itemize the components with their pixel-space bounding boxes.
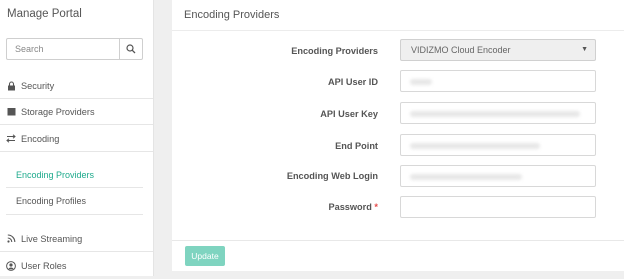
- search-icon: [126, 44, 136, 54]
- sidebar: Manage Portal Security Storage Providers: [0, 0, 154, 276]
- sidebar-item-user-roles[interactable]: User Roles: [0, 253, 153, 279]
- sidebar-subitem-label: Encoding Providers: [16, 170, 95, 180]
- end-point-field[interactable]: [400, 134, 596, 156]
- sidebar-item-live-streaming[interactable]: Live Streaming: [0, 226, 153, 252]
- masked-value: [410, 143, 540, 149]
- chevron-down-icon: ▼: [581, 46, 588, 53]
- divider: [172, 30, 624, 31]
- required-mark: *: [374, 202, 378, 212]
- search-input[interactable]: [7, 39, 127, 59]
- encoding-providers-panel: Encoding Providers Encoding Providers VI…: [172, 0, 624, 240]
- api-user-key-label: API User Key: [320, 109, 378, 119]
- sidebar-subitem-encoding-profiles[interactable]: Encoding Profiles: [0, 188, 143, 214]
- update-button[interactable]: Update: [185, 246, 225, 266]
- user-icon: [6, 261, 16, 271]
- page-title: Encoding Providers: [184, 9, 280, 21]
- encoding-provider-select[interactable]: VIDIZMO Cloud Encoder ▼: [400, 39, 596, 61]
- search-box: [6, 38, 143, 60]
- masked-value: [410, 79, 432, 85]
- encoding-web-login-field[interactable]: [400, 165, 596, 187]
- sidebar-item-label: User Roles: [21, 261, 67, 271]
- end-point-label: End Point: [335, 141, 378, 151]
- sidebar-title: Manage Portal: [7, 8, 82, 20]
- sidebar-item-label: Encoding: [21, 133, 60, 144]
- masked-value: [410, 111, 580, 117]
- masked-value: [410, 174, 522, 180]
- sidebar-item-security[interactable]: Security: [0, 73, 153, 99]
- api-user-key-field[interactable]: [400, 102, 596, 124]
- form-footer: Update: [172, 240, 624, 271]
- api-user-id-label: API User ID: [327, 77, 378, 87]
- lock-icon: [6, 80, 16, 91]
- password-field[interactable]: [400, 196, 596, 218]
- sidebar-item-label: Security: [21, 80, 55, 91]
- password-label: Password *: [328, 202, 378, 212]
- api-user-id-field[interactable]: [400, 70, 596, 92]
- search-button[interactable]: [119, 39, 142, 59]
- sidebar-item-label: Live Streaming: [21, 233, 83, 244]
- sidebar-item-label: Storage Providers: [21, 106, 95, 117]
- sidebar-subitem-label: Encoding Profiles: [16, 196, 87, 206]
- password-label-text: Password: [328, 202, 372, 212]
- wifi-signal-icon: [6, 234, 16, 244]
- sidebar-item-encoding[interactable]: Encoding: [0, 126, 153, 152]
- encoding-providers-label: Encoding Providers: [291, 46, 378, 56]
- storage-icon: [6, 107, 16, 117]
- sidebar-item-storage-providers[interactable]: Storage Providers: [0, 99, 153, 125]
- divider: [6, 214, 143, 215]
- swap-arrows-icon: [6, 134, 16, 144]
- encoding-provider-selected-value: VIDIZMO Cloud Encoder: [411, 45, 511, 55]
- encoding-web-login-label: Encoding Web Login: [286, 171, 378, 181]
- sidebar-subitem-encoding-providers[interactable]: Encoding Providers: [0, 162, 143, 188]
